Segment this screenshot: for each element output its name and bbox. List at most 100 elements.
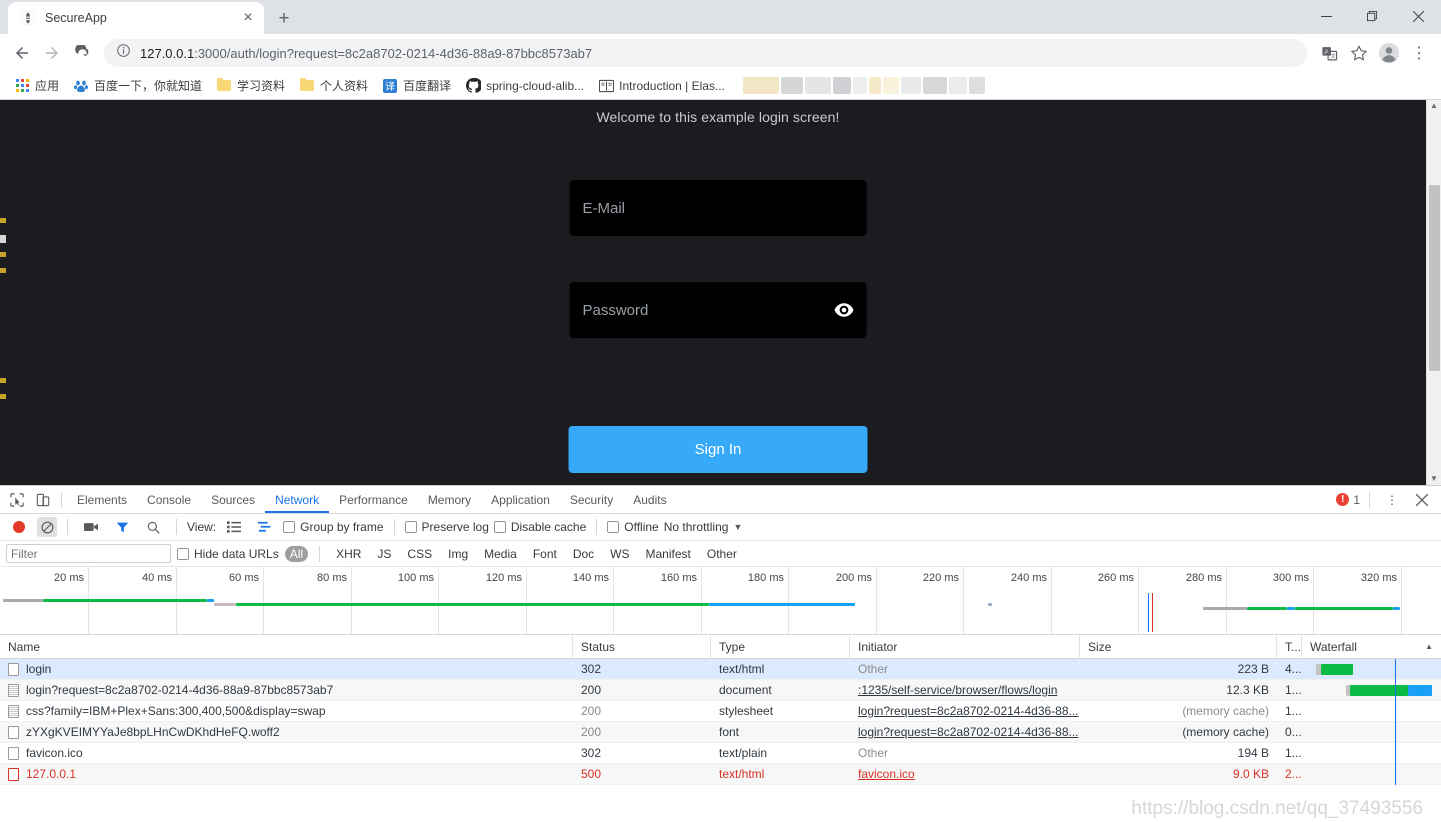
scroll-down-arrow[interactable]: ▼ — [1430, 475, 1438, 483]
translate-icon[interactable]: A文 — [1315, 39, 1343, 67]
camera-icon[interactable] — [78, 515, 104, 539]
redacted-bookmarks — [742, 77, 985, 94]
column-header-type[interactable]: Type — [711, 635, 850, 659]
request-initiator: Other — [858, 746, 889, 760]
bookmark-spring-cloud[interactable]: spring-cloud-alib... — [459, 75, 590, 97]
tab-close-icon[interactable]: × — [240, 9, 256, 26]
address-bar[interactable]: 127.0.0.1:3000/auth/login?request=8c2a87… — [104, 39, 1307, 67]
table-row[interactable]: zYXgKVEIMYYaJe8bpLHnCwDKhdHeFQ.woff2 200… — [0, 722, 1441, 743]
filter-input[interactable] — [6, 544, 171, 563]
filter-type-media[interactable]: Media — [479, 546, 522, 562]
filter-type-ws[interactable]: WS — [605, 546, 634, 562]
back-button[interactable] — [8, 39, 36, 67]
page-scrollbar[interactable]: ▲ ▼ — [1426, 100, 1441, 485]
forward-button[interactable] — [38, 39, 66, 67]
table-row[interactable]: css?family=IBM+Plex+Sans:300,400,500&dis… — [0, 701, 1441, 722]
hide-data-urls-checkbox[interactable]: Hide data URLs — [177, 547, 279, 561]
funnel-icon[interactable] — [109, 515, 135, 539]
tab-memory[interactable]: Memory — [418, 486, 481, 513]
column-header-time[interactable]: T... — [1277, 635, 1302, 659]
request-name-cell[interactable]: login?request=8c2a8702-0214-4d36-88a9-87… — [0, 680, 573, 701]
error-count-badge[interactable]: ! 1 — [1336, 493, 1360, 507]
browser-menu-button[interactable]: ⋮ — [1405, 39, 1433, 67]
window-maximize-button[interactable] — [1349, 0, 1395, 32]
bookmark-label: spring-cloud-alib... — [486, 78, 585, 93]
preserve-log-checkbox[interactable]: Preserve log — [404, 520, 489, 534]
table-row[interactable]: login 302 text/html Other 223 B 4... — [0, 659, 1441, 680]
bookmark-elastic-introduction[interactable]: Introduction | Elas... — [592, 75, 731, 97]
chevron-down-icon[interactable]: ▼ — [733, 522, 742, 532]
tick-label: 200 ms — [835, 572, 872, 584]
group-by-frame-checkbox[interactable]: Group by frame — [283, 520, 384, 534]
page-viewport: Welcome to this example login screen! E-… — [0, 100, 1441, 485]
tab-security[interactable]: Security — [560, 486, 623, 513]
tab-console[interactable]: Console — [137, 486, 201, 513]
clear-icon[interactable] — [37, 517, 57, 537]
request-initiator[interactable]: login?request=8c2a8702-0214-4d36-88... — [850, 701, 1080, 722]
filter-type-manifest[interactable]: Manifest — [641, 546, 696, 562]
table-row[interactable]: 127.0.0.1 500 text/html favicon.ico 9.0 … — [0, 764, 1441, 785]
offline-checkbox[interactable]: Offline — [607, 520, 659, 534]
request-initiator[interactable]: :1235/self-service/browser/flows/login — [850, 680, 1080, 701]
device-toolbar-icon[interactable] — [30, 488, 56, 512]
site-info-icon[interactable] — [116, 43, 131, 63]
filter-type-all[interactable]: All — [284, 545, 309, 562]
tab-audits[interactable]: Audits — [623, 486, 676, 513]
window-controls — [1303, 0, 1441, 34]
list-view-icon[interactable] — [221, 515, 247, 539]
tab-performance[interactable]: Performance — [329, 486, 418, 513]
eye-icon[interactable] — [834, 303, 854, 317]
reload-button[interactable] — [68, 39, 96, 67]
request-initiator[interactable]: favicon.ico — [850, 764, 1080, 785]
tab-application[interactable]: Application — [481, 486, 560, 513]
filter-type-other[interactable]: Other — [702, 546, 742, 562]
bookmark-baidu-translate[interactable]: 译 百度翻译 — [376, 74, 457, 97]
bookmark-personal-folder[interactable]: 个人资料 — [293, 74, 374, 97]
scroll-up-arrow[interactable]: ▲ — [1430, 102, 1438, 110]
throttling-value[interactable]: No throttling — [664, 520, 729, 534]
request-name-cell[interactable]: css?family=IBM+Plex+Sans:300,400,500&dis… — [0, 701, 573, 722]
request-name-cell[interactable]: favicon.ico — [0, 743, 573, 764]
bookmark-baidu[interactable]: 百度一下，你就知道 — [67, 74, 208, 97]
column-header-initiator[interactable]: Initiator — [850, 635, 1080, 659]
tab-elements[interactable]: Elements — [67, 486, 137, 513]
filter-type-css[interactable]: CSS — [402, 546, 437, 562]
record-icon[interactable] — [6, 515, 32, 539]
sign-in-button[interactable]: Sign In — [568, 426, 868, 473]
waterfall-view-icon[interactable] — [252, 515, 278, 539]
network-timeline-overview[interactable]: 20 ms 40 ms 60 ms 80 ms 100 ms 120 ms 14… — [0, 567, 1441, 635]
avatar[interactable] — [1375, 39, 1403, 67]
search-icon[interactable] — [140, 515, 166, 539]
devtools-close-button[interactable] — [1409, 488, 1435, 512]
bookmark-study-folder[interactable]: 学习资料 — [210, 74, 291, 97]
filter-type-js[interactable]: JS — [372, 546, 396, 562]
request-name-cell[interactable]: 127.0.0.1 — [0, 764, 573, 785]
bookmark-apps[interactable]: 应用 — [8, 74, 65, 97]
request-initiator[interactable]: login?request=8c2a8702-0214-4d36-88... — [850, 722, 1080, 743]
password-field[interactable]: Password — [569, 282, 867, 338]
request-name-cell[interactable]: login — [0, 659, 573, 680]
filter-type-xhr[interactable]: XHR — [331, 546, 366, 562]
tab-network[interactable]: Network — [265, 486, 329, 513]
column-header-name[interactable]: Name — [0, 635, 573, 659]
filter-type-doc[interactable]: Doc — [568, 546, 599, 562]
request-name-cell[interactable]: zYXgKVEIMYYaJe8bpLHnCwDKhdHeFQ.woff2 — [0, 722, 573, 743]
filter-type-font[interactable]: Font — [528, 546, 562, 562]
table-row[interactable]: login?request=8c2a8702-0214-4d36-88a9-87… — [0, 680, 1441, 701]
new-tab-button[interactable]: + — [270, 4, 298, 32]
devtools-more-menu[interactable]: ⋮ — [1379, 488, 1405, 512]
tab-sources[interactable]: Sources — [201, 486, 265, 513]
column-header-waterfall[interactable]: Waterfall ▲ — [1302, 635, 1441, 659]
table-row[interactable]: favicon.ico 302 text/plain Other 194 B 1… — [0, 743, 1441, 764]
column-header-size[interactable]: Size — [1080, 635, 1277, 659]
column-header-status[interactable]: Status — [573, 635, 711, 659]
scrollbar-thumb[interactable] — [1429, 185, 1440, 371]
inspect-cursor-icon[interactable] — [4, 488, 30, 512]
bookmark-star-icon[interactable] — [1345, 39, 1373, 67]
browser-tab[interactable]: SecureApp × — [8, 2, 264, 34]
disable-cache-checkbox[interactable]: Disable cache — [493, 520, 586, 534]
filter-type-img[interactable]: Img — [443, 546, 473, 562]
window-minimize-button[interactable] — [1303, 0, 1349, 32]
window-close-button[interactable] — [1395, 0, 1441, 32]
email-field[interactable]: E-Mail — [569, 180, 867, 236]
